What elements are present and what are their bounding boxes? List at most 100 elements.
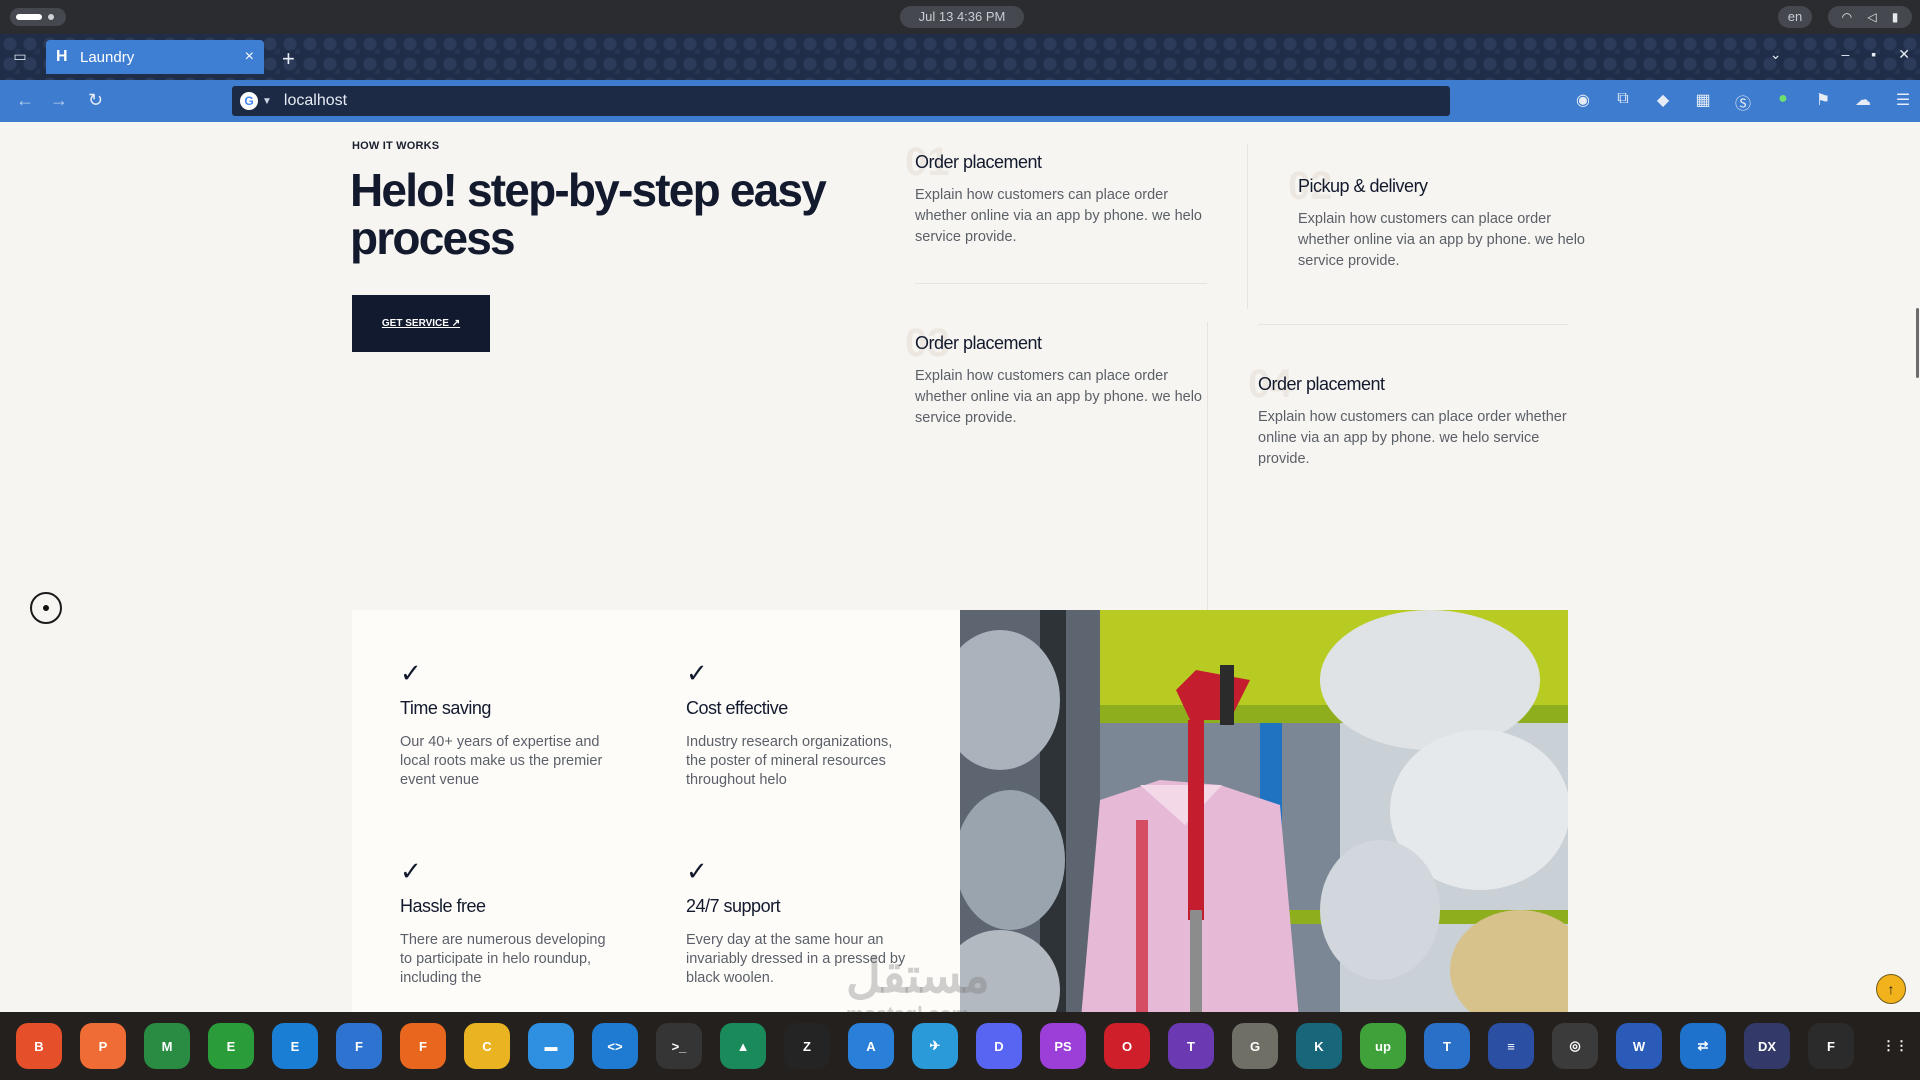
feature-item: ✓ Time saving Our 40+ years of expertise… (400, 658, 620, 790)
settings-icon[interactable]: ≡ (1488, 1023, 1534, 1069)
step-card: 03 Order placement Explain how customers… (905, 321, 1205, 429)
feature-desc: Industry research organizations, the pos… (686, 734, 893, 788)
browser-toolbar: ← → ↻ G ▼ localhost ◉ ⧉ ◆ ▦ Ⓢ ● ⚑ ☁ ☰ (0, 80, 1920, 122)
clock[interactable]: Jul 13 4:36 PM (900, 6, 1024, 28)
language-indicator[interactable]: en (1778, 6, 1812, 28)
app-dock: B P M E E F F C ▬ <> >_ ▲ Z A ✈ D PS O T G Kup T ≡ ◎ W ⇄ DX F ⋮⋮ (0, 1012, 1920, 1080)
feature-desc: There are numerous developing to partici… (400, 932, 606, 986)
feature-title: Time saving (400, 698, 491, 718)
step-card: 01 Order placement Explain how customers… (905, 140, 1205, 248)
feature-title: Cost effective (686, 698, 788, 718)
chrome-icon[interactable]: C (464, 1023, 510, 1069)
wps-icon[interactable]: W (1616, 1023, 1662, 1069)
tab-title: Laundry (80, 48, 135, 66)
menu-icon[interactable]: ☰ (1892, 90, 1914, 114)
opera-icon[interactable]: O (1104, 1023, 1150, 1069)
check-icon: ✓ (686, 658, 708, 688)
app-grid-icon[interactable]: ⋮⋮ (1872, 1023, 1918, 1069)
tab-search-icon[interactable]: ⌄ (1770, 46, 1782, 63)
scroll-to-top-button[interactable]: ↑ (1876, 974, 1906, 1004)
step-title: Order placement (915, 152, 1042, 172)
step-divider (1207, 322, 1208, 612)
step-divider (1258, 324, 1568, 325)
watermark-arabic: مستقل (846, 950, 990, 1003)
check-icon: ✓ (400, 856, 422, 886)
thunderbird-icon[interactable]: T (1424, 1023, 1470, 1069)
activities-button[interactable] (10, 8, 66, 26)
reload-icon[interactable]: ↻ (88, 90, 103, 111)
wifi-icon: ◠ (1841, 10, 1853, 24)
feature-title: 24/7 support (686, 896, 781, 916)
telegram-icon[interactable]: ✈ (912, 1023, 958, 1069)
postman-icon[interactable]: P (80, 1023, 126, 1069)
terminal-icon[interactable]: >_ (656, 1023, 702, 1069)
phpstorm-icon[interactable]: PS (1040, 1023, 1086, 1069)
close-tab-icon[interactable]: × (245, 48, 254, 66)
tor-icon[interactable]: T (1168, 1023, 1214, 1069)
laundry-photo (960, 610, 1568, 1012)
battery-icon: ▮ (1891, 10, 1899, 24)
scrollbar[interactable] (1916, 308, 1919, 378)
edge-icon[interactable]: E (272, 1023, 318, 1069)
step-desc: Explain how customers can place order wh… (1298, 211, 1585, 269)
step-desc: Explain how customers can place order wh… (1258, 409, 1567, 467)
s-icon[interactable]: Ⓢ (1732, 90, 1754, 114)
extensions-bar: ◉ ⧉ ◆ ▦ Ⓢ ● ⚑ ☁ ☰ (1572, 90, 1914, 114)
gitkraken-icon[interactable]: K (1296, 1023, 1342, 1069)
url-text: localhost (283, 92, 348, 109)
cursor-indicator[interactable] (30, 592, 62, 624)
check-icon: ✓ (400, 658, 422, 688)
chevron-down-icon[interactable]: ▼ (262, 96, 272, 107)
web-page: HOW IT WORKS Helo! step-by-step easy pro… (0, 122, 1920, 1012)
search-engine-icon[interactable]: G (240, 92, 258, 110)
cloud-icon[interactable]: ☁ (1852, 90, 1874, 114)
puzzle-icon[interactable]: ⧉ (1612, 90, 1634, 114)
ardx-icon[interactable]: DX (1744, 1023, 1790, 1069)
discord-icon[interactable]: D (976, 1023, 1022, 1069)
brave-icon[interactable]: B (16, 1023, 62, 1069)
laundry-photo-illustration (960, 610, 1568, 1012)
edge-green-icon[interactable]: E (208, 1023, 254, 1069)
files-icon[interactable]: ▬ (528, 1023, 574, 1069)
tab-list-icon[interactable]: ▭ (10, 48, 30, 66)
step-divider (915, 283, 1207, 284)
monitor-icon[interactable]: ▲ (720, 1023, 766, 1069)
forward-icon[interactable]: → (50, 90, 68, 111)
browser-tab-strip: ▭ H Laundry × + ⌄ – ▪ ✕ (0, 34, 1920, 80)
workspace-dot (48, 14, 54, 20)
vpn-icon[interactable]: ◆ (1652, 90, 1674, 114)
teamviewer-icon[interactable]: ⇄ (1680, 1023, 1726, 1069)
address-bar[interactable]: G ▼ localhost (232, 86, 1450, 116)
get-service-button[interactable]: GET SERVICE ↗ (352, 295, 490, 352)
close-window-icon[interactable]: ✕ (1898, 46, 1910, 63)
mongodb-icon[interactable]: M (144, 1023, 190, 1069)
apps-icon[interactable]: ▦ (1692, 90, 1714, 114)
new-tab-button[interactable]: + (282, 46, 295, 72)
figma-icon[interactable]: F (1808, 1023, 1854, 1069)
feature-title: Hassle free (400, 896, 486, 916)
window-controls: ⌄ – ▪ ✕ (1770, 46, 1910, 63)
feature-desc: Our 40+ years of expertise and local roo… (400, 734, 603, 788)
appstore-icon[interactable]: A (848, 1023, 894, 1069)
watermark: مستقل mostaql.com (846, 948, 990, 1026)
gimp-icon[interactable]: G (1232, 1023, 1278, 1069)
vscode-icon[interactable]: <> (592, 1023, 638, 1069)
maximize-icon[interactable]: ▪ (1871, 46, 1876, 63)
upwork-icon[interactable]: up (1360, 1023, 1406, 1069)
minimize-icon[interactable]: – (1842, 46, 1850, 63)
zed-icon[interactable]: Z (784, 1023, 830, 1069)
obs-icon[interactable]: ◎ (1552, 1023, 1598, 1069)
hero-title: Helo! step-by-step easy process (350, 164, 827, 264)
check-icon: ✓ (686, 856, 708, 886)
firefox-dev-icon[interactable]: F (336, 1023, 382, 1069)
green-icon[interactable]: ● (1772, 90, 1794, 114)
step-title: Order placement (1258, 374, 1385, 394)
firefox-icon[interactable]: F (400, 1023, 446, 1069)
tab-laundry[interactable]: H Laundry × (46, 40, 264, 74)
step-card: 02 Pickup & delivery Explain how custome… (1288, 164, 1588, 272)
flag-icon[interactable]: ⚑ (1812, 90, 1834, 114)
back-icon[interactable]: ← (16, 90, 34, 111)
profile-icon[interactable]: ◉ (1572, 90, 1594, 114)
system-status[interactable]: ◠ ◁ ▮ (1828, 6, 1912, 28)
feature-item: ✓ Hassle free There are numerous develop… (400, 856, 620, 988)
